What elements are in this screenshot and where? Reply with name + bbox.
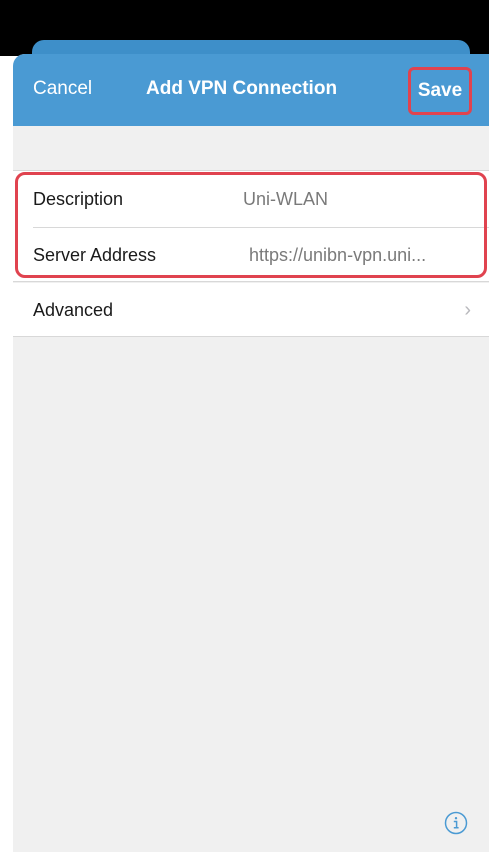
navigation-bar: Cancel Add VPN Connection Save <box>13 54 489 126</box>
chevron-right-icon: › <box>464 299 471 321</box>
save-button[interactable]: Save <box>408 67 472 115</box>
description-label: Description <box>33 188 124 209</box>
info-icon[interactable] <box>444 811 468 835</box>
connection-settings-group: Description Uni-WLAN Server Address http… <box>13 170 489 282</box>
advanced-label: Advanced <box>33 300 114 320</box>
cancel-button[interactable]: Cancel <box>33 78 92 100</box>
server-address-field[interactable]: https://unibn-vpn.uni... <box>249 245 426 266</box>
server-address-row[interactable]: Server Address https://unibn-vpn.uni... <box>13 227 489 283</box>
advanced-row[interactable]: Advanced › <box>13 283 489 337</box>
description-row[interactable]: Description Uni-WLAN <box>13 171 489 227</box>
description-field[interactable]: Uni-WLAN <box>243 189 328 210</box>
add-vpn-sheet: Cancel Add VPN Connection Save Descripti… <box>13 54 489 852</box>
page-title: Add VPN Connection <box>146 78 338 99</box>
save-button-label: Save <box>417 80 463 101</box>
server-address-label: Server Address <box>33 244 157 265</box>
